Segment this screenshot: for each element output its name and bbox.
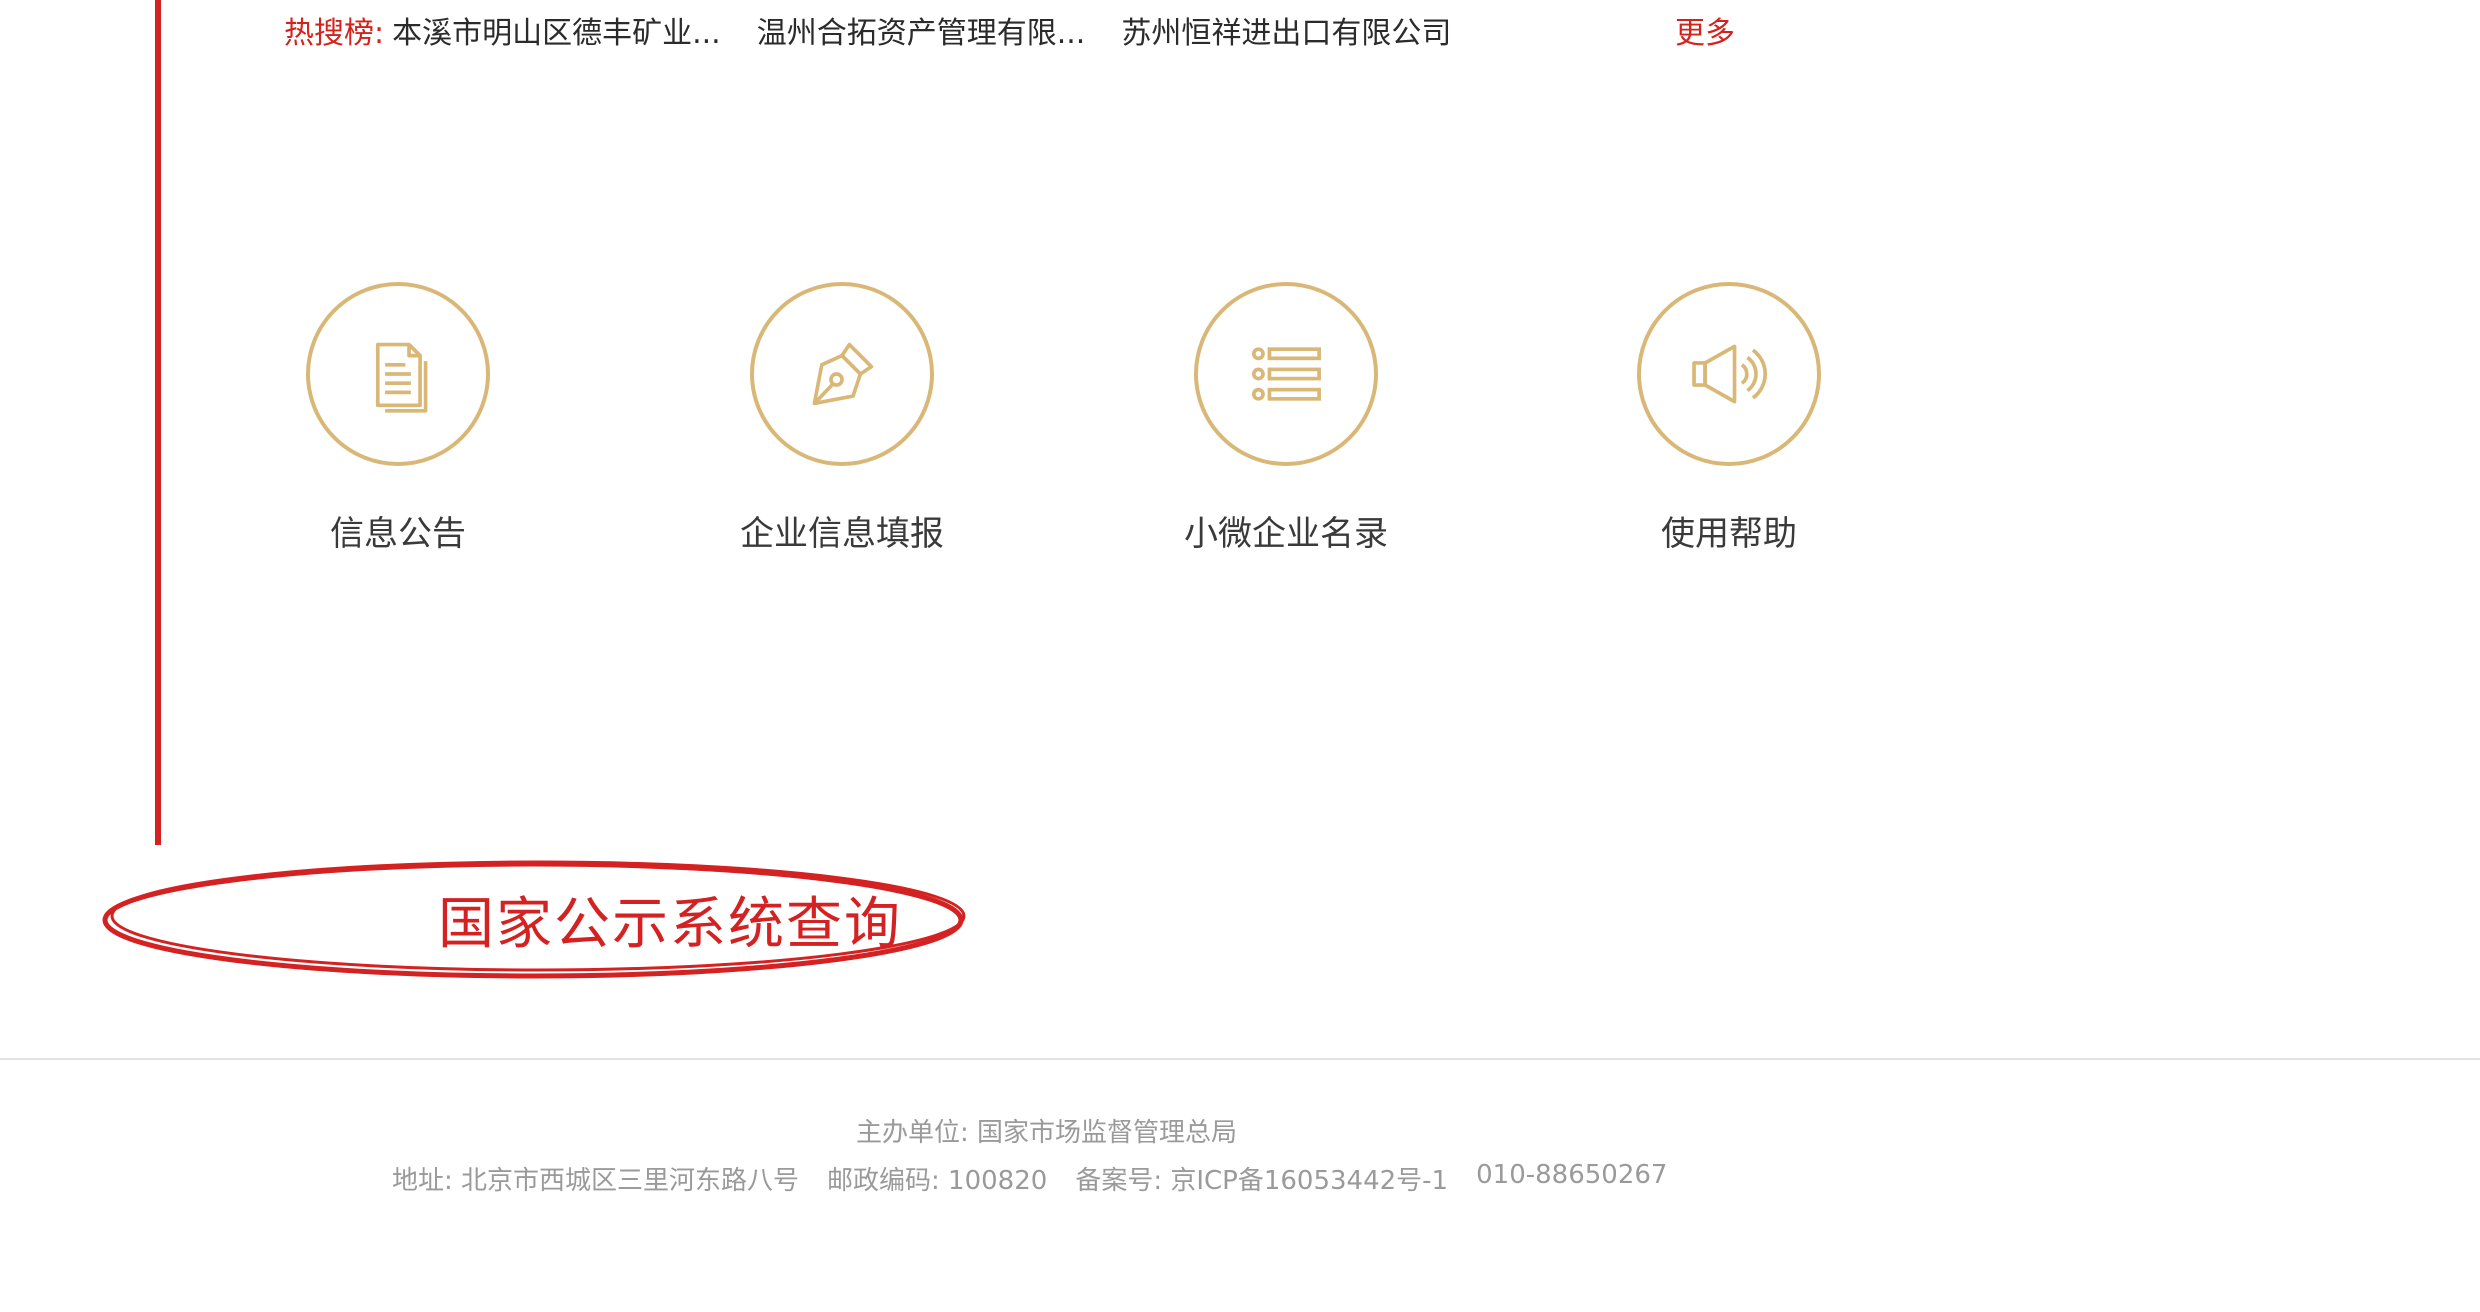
footer-sponsor: 主办单位: 国家市场监督管理总局 (856, 1118, 1238, 1148)
hot-search-label: 热搜榜: (284, 16, 385, 51)
hot-search-list: 本溪市明山区德丰矿业... 温州合拓资产管理有限... 苏州恒祥进出口有限公司 (392, 8, 1451, 52)
hot-search-more-link[interactable]: 更多 (1675, 10, 1735, 51)
speaker-icon (1692, 344, 1767, 404)
footer-contact-row: 地址: 北京市西城区三里河东路八号 邮政编码: 100820 备案号: 京ICP… (392, 1160, 1667, 1197)
pen-icon (812, 342, 874, 406)
list-icon (1251, 347, 1321, 401)
service-label: 信息公告 (330, 514, 466, 554)
page: 热搜榜: 本溪市明山区德丰矿业... 温州合拓资产管理有限... 苏州恒祥进出口… (0, 0, 2480, 1312)
service-enterprise-report[interactable]: 企业信息填报 (712, 282, 972, 555)
footer-divider (0, 1058, 2480, 1060)
footer-phone: 010-88650267 (1476, 1160, 1668, 1190)
service-label: 使用帮助 (1661, 514, 1797, 554)
footer-postcode: 邮政编码: 100820 (827, 1166, 1048, 1196)
service-info-announcement[interactable]: 信息公告 (268, 282, 528, 555)
annotation-callout: 国家公示系统查询 (100, 856, 970, 982)
service-icon-circle (1637, 282, 1821, 466)
hot-search-bar: 热搜榜: 本溪市明山区德丰矿业... 温州合拓资产管理有限... 苏州恒祥进出口… (284, 8, 1451, 52)
hot-search-item[interactable]: 本溪市明山区德丰矿业... (392, 8, 721, 52)
service-help[interactable]: 使用帮助 (1599, 282, 1859, 555)
footer-icp[interactable]: 备案号: 京ICP备16053442号-1 (1075, 1160, 1448, 1197)
service-micro-enterprise-list[interactable]: 小微企业名录 (1156, 282, 1416, 555)
service-label: 企业信息填报 (740, 514, 944, 554)
service-icon-circle (750, 282, 934, 466)
service-icon-circle (1194, 282, 1378, 466)
service-icon-circle (306, 282, 490, 466)
hot-search-item[interactable]: 温州合拓资产管理有限... (757, 8, 1086, 52)
hot-search-item[interactable]: 苏州恒祥进出口有限公司 (1121, 8, 1451, 52)
footer-address: 地址: 北京市西城区三里河东路八号 (392, 1166, 800, 1196)
service-label: 小微企业名录 (1184, 514, 1388, 554)
service-icons: 信息公告 企业信息填报 小微企业名录 使用帮助 (0, 282, 2480, 562)
annotation-text: 国家公示系统查询 (438, 891, 902, 957)
document-icon (375, 342, 428, 413)
